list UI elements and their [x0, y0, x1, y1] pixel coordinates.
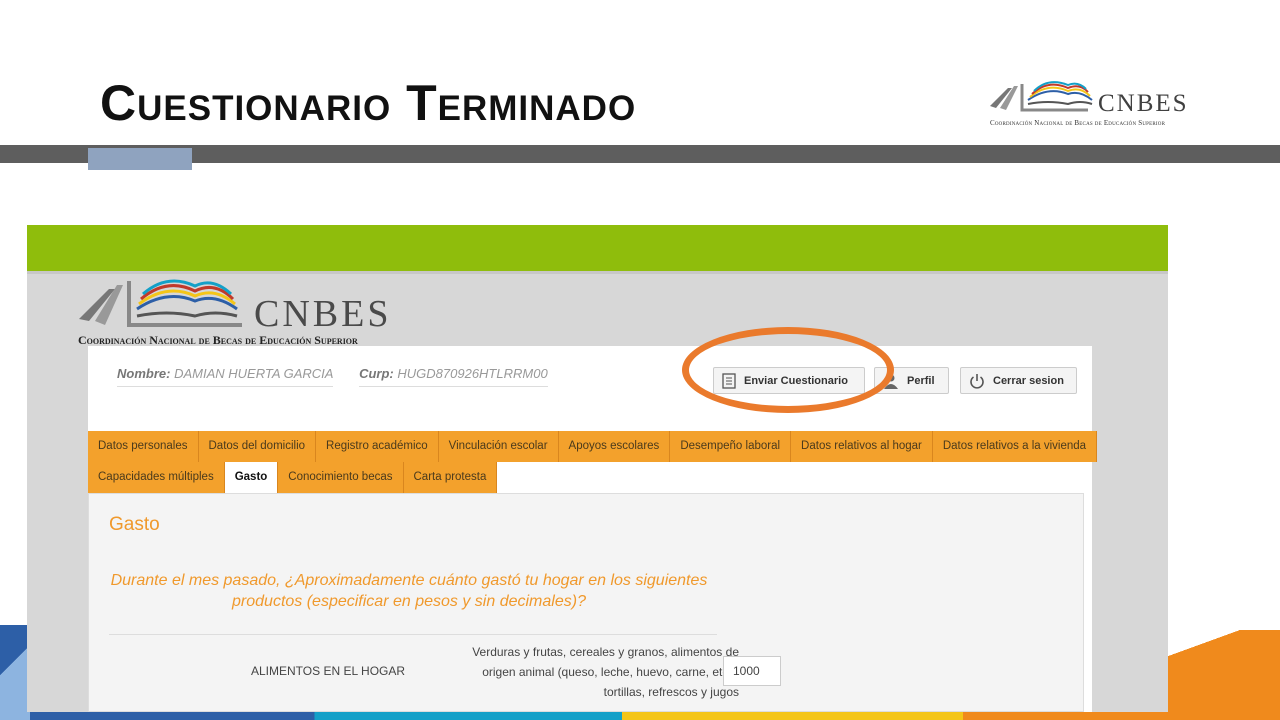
tab-datos-personales[interactable]: Datos personales — [88, 431, 199, 462]
highlight-circle — [682, 327, 894, 413]
cerrar-sesion-label: Cerrar sesion — [993, 374, 1064, 387]
top-green-bar — [27, 225, 1168, 271]
section-title: Gasto — [109, 514, 160, 535]
green-bar-shadow — [27, 271, 1168, 274]
cnbes-book-icon — [79, 279, 242, 327]
tab-datos-vivienda[interactable]: Datos relativos a la vivienda — [932, 431, 1098, 462]
tab-datos-hogar[interactable]: Datos relativos al hogar — [791, 431, 933, 462]
header-accent-tab — [88, 148, 192, 170]
question-text: Durante el mes pasado, ¿Aproximadamente … — [110, 572, 708, 610]
logo-wordmark: CNBES — [1098, 90, 1189, 117]
nombre-value: DAMIAN HUERTA GARCIA — [174, 366, 334, 381]
tab-datos-domicilio[interactable]: Datos del domicilio — [198, 431, 317, 462]
decorative-stripe-left — [0, 625, 30, 720]
cerrar-sesion-button[interactable]: Cerrar sesion — [960, 367, 1077, 394]
tab-vinculacion-escolar[interactable]: Vinculación escolar — [438, 431, 559, 462]
tab-conocimiento-becas[interactable]: Conocimiento becas — [278, 462, 404, 493]
app-logo[interactable]: CNBES Coordinación Nacional de Becas de … — [77, 275, 407, 347]
row-description-line: Verduras y frutas, cereales y granos, al… — [472, 645, 739, 659]
alimentos-amount-input[interactable] — [723, 656, 781, 686]
tab-desempeno-laboral[interactable]: Desempeño laboral — [670, 431, 792, 462]
row-label: ALIMENTOS EN EL HOGAR — [251, 664, 406, 678]
tab-apoyos-escolares[interactable]: Apoyos escolares — [558, 431, 671, 462]
decorative-stripe-right — [1168, 630, 1280, 720]
app-screenshot: CNBES Coordinación Nacional de Becas de … — [27, 225, 1168, 712]
nombre-label: Nombre: — [117, 366, 171, 381]
tabs-row-1: Datos personales Datos del domicilio Reg… — [88, 431, 1098, 462]
logo-wordmark: CNBES — [254, 293, 392, 335]
user-name: Nombre: DAMIAN HUERTA GARCIA — [117, 366, 334, 387]
tab-capacidades-multiples[interactable]: Capacidades múltiples — [88, 462, 225, 493]
curp-label: Curp: — [359, 366, 394, 381]
tabs-row-2: Capacidades múltiples Gasto Conocimiento… — [88, 462, 498, 493]
cnbes-book-icon — [990, 81, 1093, 112]
row-description: Verduras y frutas, cereales y granos, al… — [409, 642, 739, 702]
row-description-line: origen animal (queso, leche, huevo, carn… — [482, 665, 739, 679]
decorative-stripe-bottom — [30, 712, 1168, 720]
tab-carta-protesta[interactable]: Carta protesta — [403, 462, 498, 493]
user-curp: Curp: HUGD870926HTLRRM00 — [359, 366, 548, 387]
header-divider-bar — [0, 145, 1280, 163]
perfil-label: Perfil — [907, 374, 935, 387]
row-description-line: tortillas, refrescos y jugos — [603, 685, 739, 699]
tab-gasto[interactable]: Gasto — [224, 462, 279, 493]
user-info: Nombre: DAMIAN HUERTA GARCIA Curp: HUGD8… — [117, 366, 570, 387]
slide-title: Cuestionario Terminado — [100, 75, 637, 131]
form-divider — [109, 634, 717, 635]
logo-subtitle: Coordinación Nacional de Becas de Educac… — [990, 119, 1166, 127]
gasto-form: Gasto Durante el mes pasado, ¿Aproximada… — [88, 493, 1084, 712]
cnbes-logo: CNBES Coordinación Nacional de Becas de … — [988, 78, 1198, 130]
power-icon — [970, 373, 984, 389]
curp-value: HUGD870926HTLRRM00 — [397, 366, 548, 381]
tab-registro-academico[interactable]: Registro académico — [316, 431, 439, 462]
